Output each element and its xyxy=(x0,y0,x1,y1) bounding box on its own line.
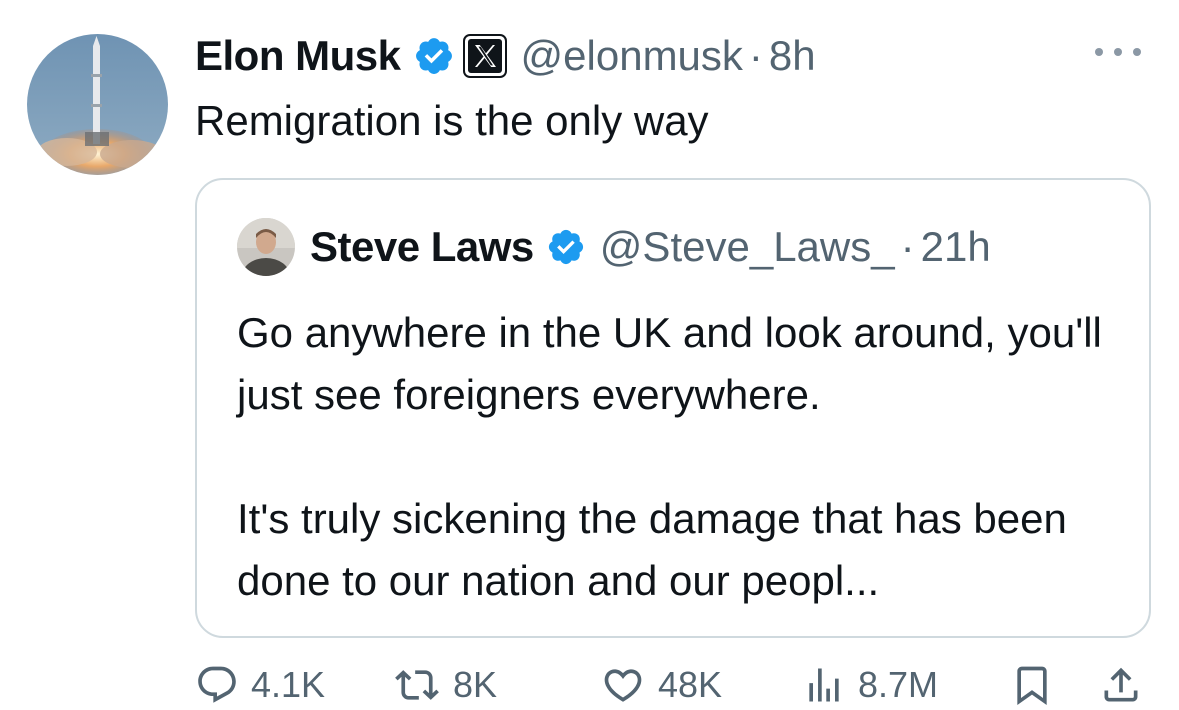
x-logo-icon[interactable] xyxy=(462,34,507,78)
quoted-tweet-text: Go anywhere in the UK and look around, y… xyxy=(237,302,1117,612)
quoted-author-avatar[interactable] xyxy=(237,218,295,276)
more-dot xyxy=(1095,48,1103,56)
more-options-icon[interactable] xyxy=(1095,40,1141,64)
separator-dot: · xyxy=(748,32,763,79)
repost-icon xyxy=(395,670,439,700)
verified-badge-icon[interactable] xyxy=(546,227,586,267)
author-handle[interactable]: @elonmusk xyxy=(521,32,743,80)
quoted-tweet-header: Steve Laws @Steve_Laws_ · 21h xyxy=(310,222,991,272)
views-button[interactable]: 8.7M xyxy=(802,660,938,710)
reply-icon xyxy=(198,666,236,703)
quoted-author-handle[interactable]: @Steve_Laws_ xyxy=(600,223,895,271)
bookmark-icon xyxy=(1017,666,1047,706)
quoted-paragraph: Go anywhere in the UK and look around, y… xyxy=(237,309,1102,418)
share-button[interactable] xyxy=(1099,660,1143,710)
reply-count: 4.1K xyxy=(251,664,326,705)
author-avatar[interactable] xyxy=(27,34,168,175)
author-name[interactable]: Elon Musk xyxy=(195,32,401,80)
verified-badge-icon[interactable] xyxy=(413,35,455,77)
quoted-paragraph: It's truly sickening the damage that has… xyxy=(237,495,1067,604)
views-count: 8.7M xyxy=(858,664,939,705)
reply-button[interactable]: 4.1K xyxy=(195,660,325,710)
views-icon xyxy=(809,668,839,702)
share-icon xyxy=(1104,667,1138,702)
separator-dot: · xyxy=(900,223,915,270)
repost-button[interactable]: 8K xyxy=(393,660,497,710)
quoted-tweet-timestamp[interactable]: 21h xyxy=(921,223,991,271)
heart-icon xyxy=(604,669,642,702)
like-button[interactable]: 48K xyxy=(600,660,722,710)
repost-count: 8K xyxy=(453,664,498,705)
more-dot xyxy=(1133,48,1141,56)
quoted-tweet[interactable]: Steve Laws @Steve_Laws_ · 21h Go anywher… xyxy=(195,178,1151,638)
tweet: Elon Musk @elonmusk · 8h Remigration is … xyxy=(0,0,1179,710)
tweet-timestamp[interactable]: 8h xyxy=(769,32,816,80)
tweet-header: Elon Musk @elonmusk · 8h xyxy=(195,26,816,86)
bookmark-button[interactable] xyxy=(1010,660,1054,710)
like-count: 48K xyxy=(658,664,723,705)
quoted-author-name[interactable]: Steve Laws xyxy=(310,223,534,271)
action-bar: 4.1K 8K 48K 8.7M xyxy=(195,660,1155,710)
more-dot xyxy=(1114,48,1122,56)
tweet-text: Remigration is the only way xyxy=(195,97,709,144)
